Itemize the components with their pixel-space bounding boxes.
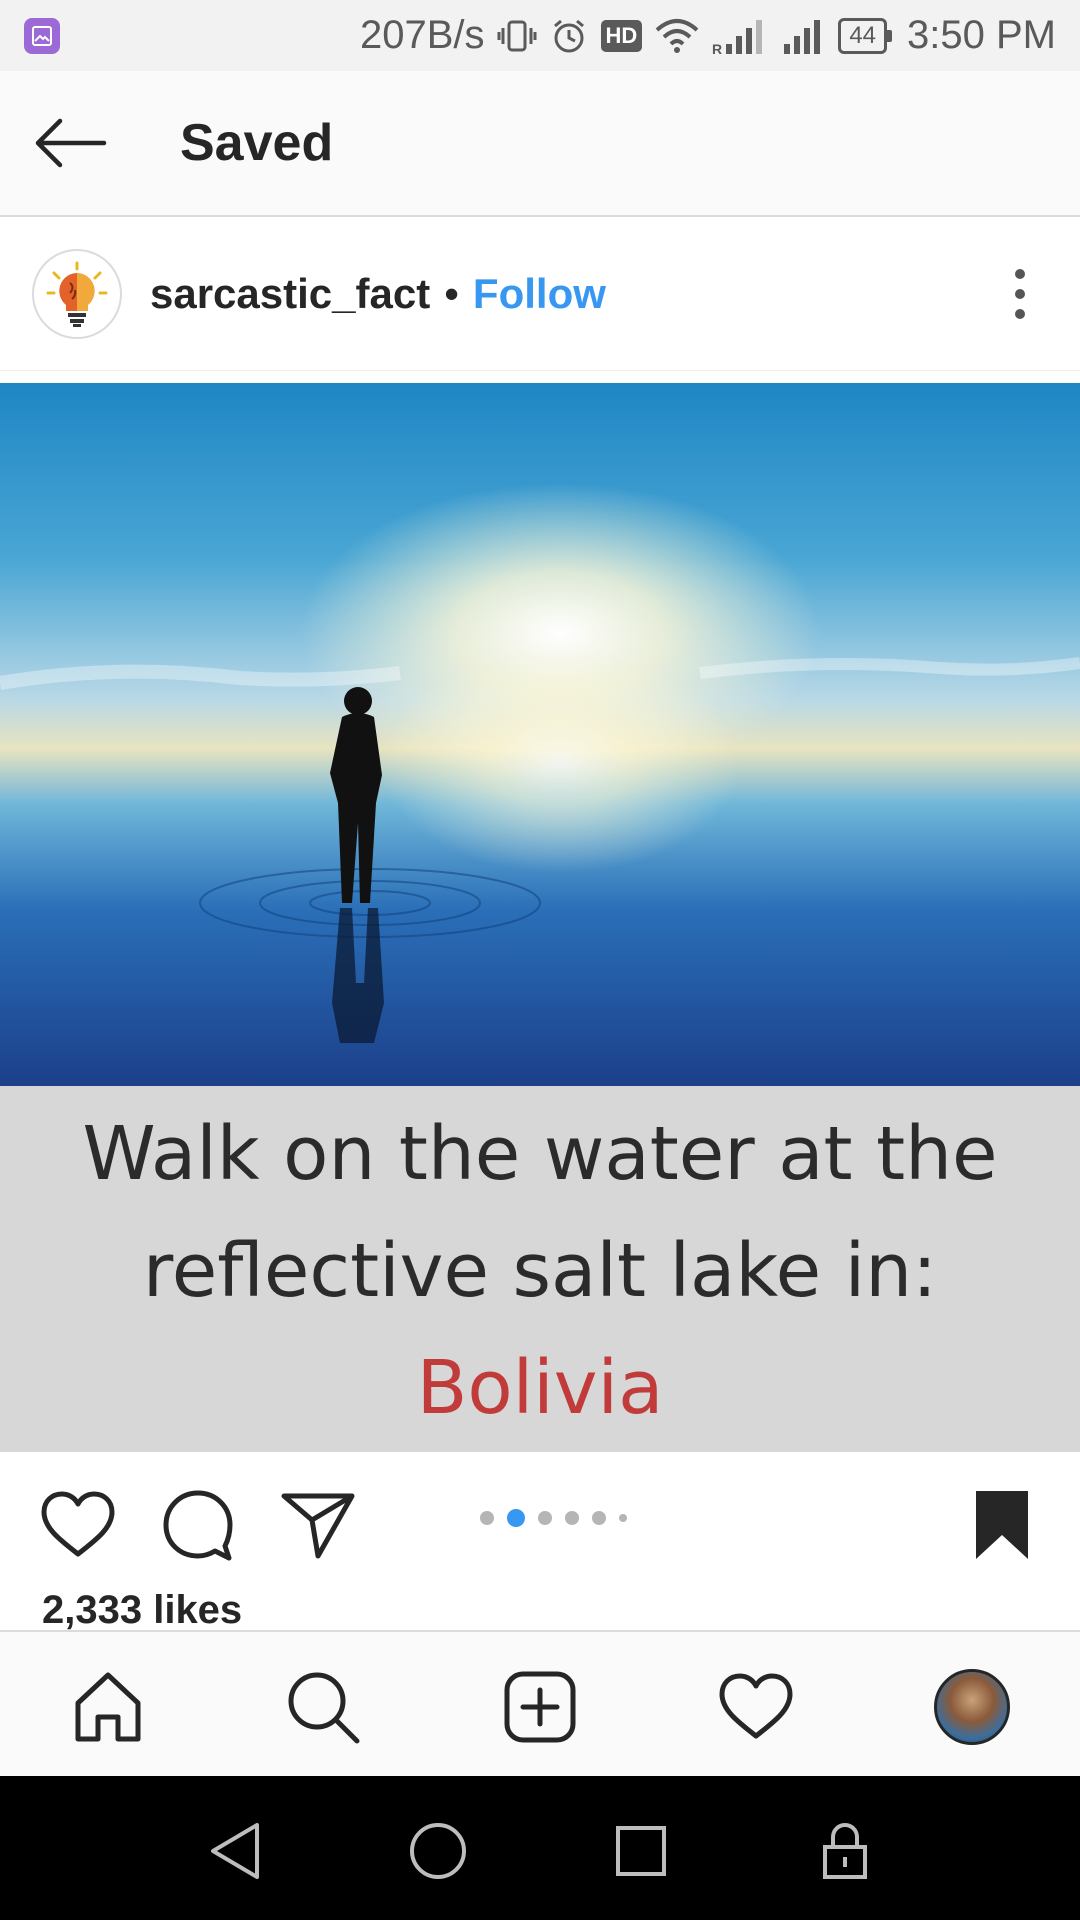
clock: 3:50 PM <box>907 13 1056 57</box>
svg-text:R: R <box>712 41 722 56</box>
like-button[interactable] <box>38 1485 118 1565</box>
back-button[interactable] <box>0 70 140 216</box>
android-lock-button[interactable] <box>810 1816 880 1886</box>
android-nav-bar <box>0 1776 1080 1920</box>
arrow-left-icon <box>35 118 107 168</box>
lock-icon <box>823 1823 867 1879</box>
carousel-dot <box>619 1514 627 1522</box>
comment-button[interactable] <box>158 1485 238 1565</box>
carousel-indicator <box>480 1509 627 1527</box>
carousel-dot <box>592 1511 606 1525</box>
profile-avatar <box>934 1669 1010 1745</box>
save-button[interactable] <box>962 1485 1042 1565</box>
post-image[interactable]: Walk on the water at the reflective salt… <box>0 383 1080 1452</box>
more-vertical-icon <box>1015 269 1025 319</box>
post-header: sarcastic_fact • Follow <box>0 217 1080 371</box>
send-icon <box>281 1493 355 1559</box>
battery-icon: 44 <box>838 17 892 54</box>
android-back-button[interactable] <box>200 1816 270 1886</box>
vibrate-icon <box>497 16 537 56</box>
follow-button[interactable]: Follow <box>473 270 606 318</box>
top-header: Saved <box>0 71 1080 217</box>
nav-profile[interactable] <box>927 1662 1017 1752</box>
more-options-button[interactable] <box>1000 262 1040 326</box>
activity-heart-icon <box>719 1673 793 1739</box>
nav-search[interactable] <box>278 1662 368 1752</box>
wifi-icon <box>654 16 700 56</box>
search-icon <box>288 1672 360 1744</box>
home-circle-icon <box>410 1823 466 1879</box>
bottom-nav <box>0 1630 1080 1776</box>
comment-icon <box>163 1490 233 1561</box>
gallery-icon <box>24 17 60 54</box>
hd-icon: HD <box>600 19 643 52</box>
bookmark-filled-icon <box>976 1491 1028 1559</box>
nav-new-post[interactable] <box>495 1662 585 1752</box>
nav-home[interactable] <box>63 1662 153 1752</box>
recents-square-icon <box>616 1826 666 1876</box>
caption-line-1: Walk on the water at the <box>82 1111 998 1197</box>
page-title: Saved <box>180 114 334 172</box>
home-icon <box>75 1672 141 1742</box>
separator-dot: • <box>444 269 459 317</box>
alarm-icon <box>549 16 589 56</box>
status-bar: 207B/s HD R 44 3:50 PM <box>0 0 1080 71</box>
network-speed: 207B/s <box>360 13 485 57</box>
image-caption: Walk on the water at the reflective salt… <box>0 1086 1080 1452</box>
carousel-dot <box>538 1511 552 1525</box>
signal-icon <box>780 16 826 56</box>
heart-icon <box>41 1491 115 1557</box>
likes-count[interactable]: 2,333 likes <box>42 1588 242 1633</box>
signal-icon: R <box>712 16 768 56</box>
post-username[interactable]: sarcastic_fact <box>150 270 430 318</box>
carousel-dot <box>480 1511 494 1525</box>
android-home-button[interactable] <box>403 1816 473 1886</box>
android-recents-button[interactable] <box>606 1816 676 1886</box>
caption-line-2: reflective salt lake in: <box>142 1228 938 1314</box>
salt-lake-photo <box>0 383 1080 1086</box>
avatar[interactable] <box>32 248 122 339</box>
nav-activity[interactable] <box>711 1662 801 1752</box>
status-left <box>24 17 60 54</box>
lightbulb-brain-icon <box>46 261 108 327</box>
add-post-icon <box>504 1671 576 1743</box>
share-button[interactable] <box>278 1485 358 1565</box>
carousel-dot-active <box>507 1509 525 1527</box>
carousel-dot <box>565 1511 579 1525</box>
status-right: 207B/s HD R 44 3:50 PM <box>360 13 1056 58</box>
back-triangle-icon <box>211 1823 259 1879</box>
caption-country: Bolivia <box>416 1345 664 1431</box>
